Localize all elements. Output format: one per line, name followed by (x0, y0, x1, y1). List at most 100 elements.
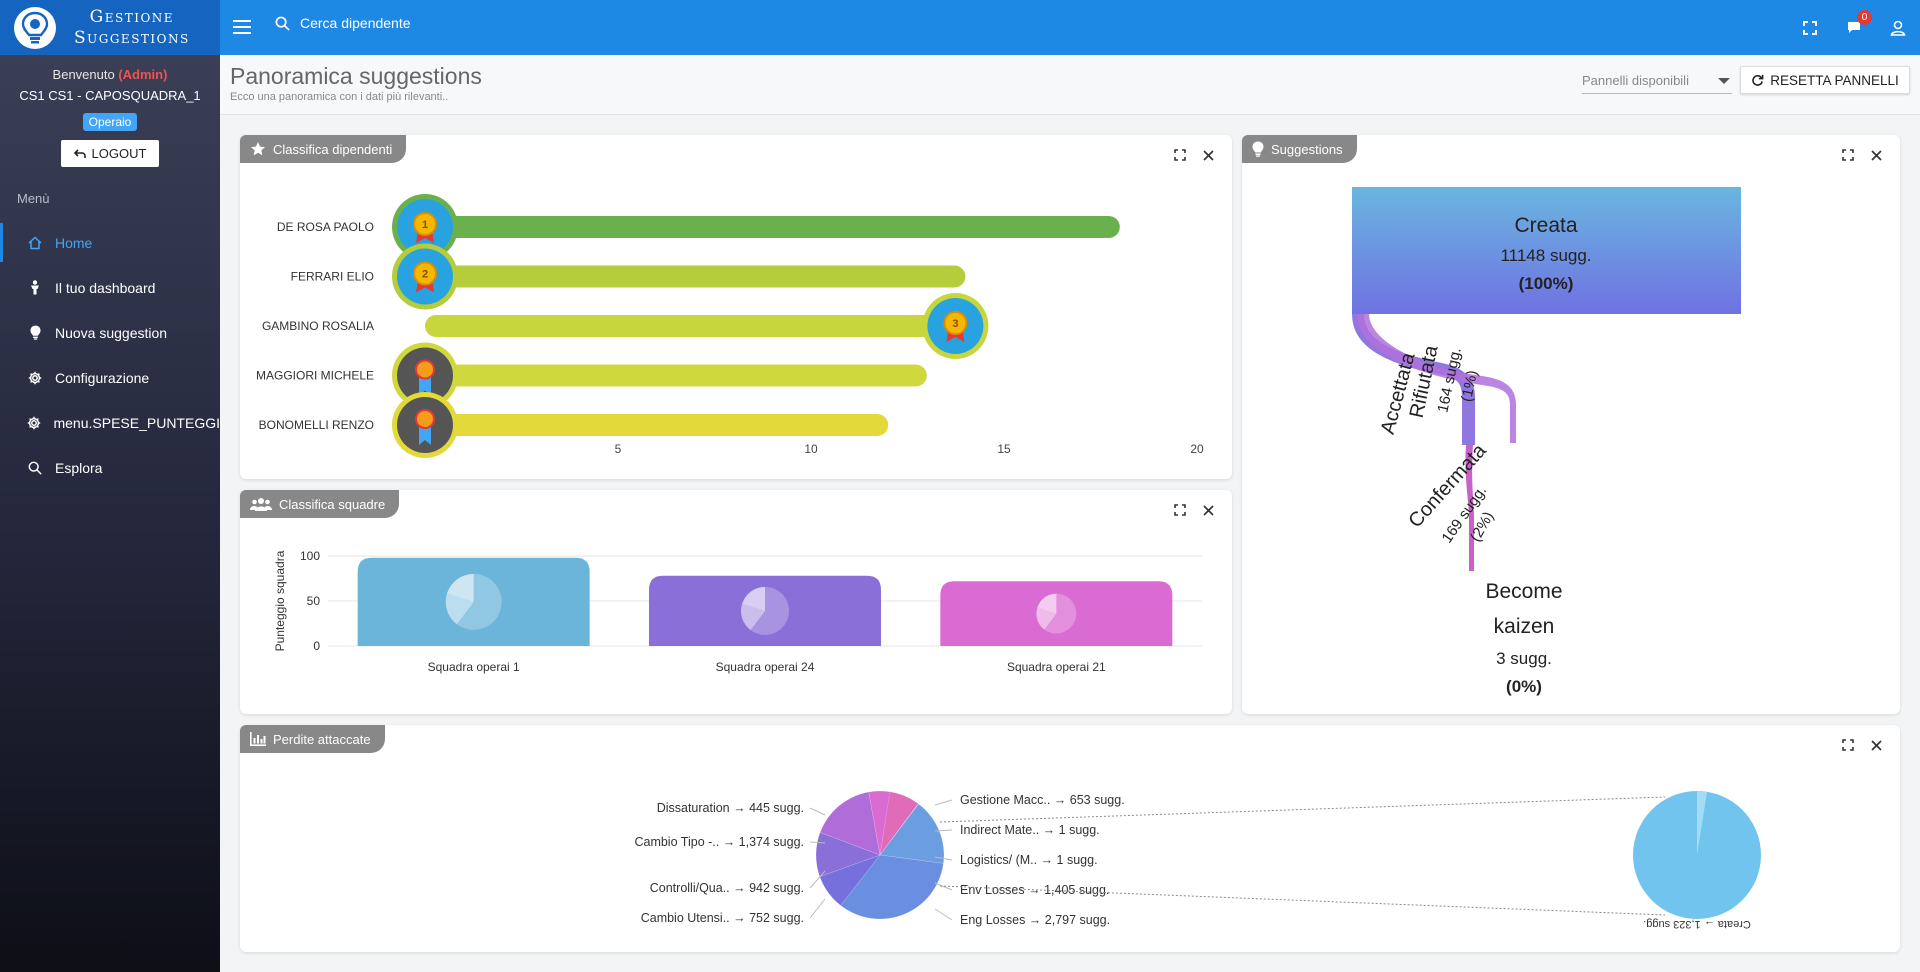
sidebar-item-nuova-suggestion[interactable]: Nuova suggestion (0, 310, 220, 355)
pie-slice-label: Eng Losses → 2,797 sugg. (960, 913, 1110, 927)
label-leader-line (934, 799, 953, 806)
x-tick-label: 10 (804, 442, 818, 456)
sidebar-menu: Home Il tuo dashboard Nuova suggestion Conf… (0, 220, 220, 490)
y-axis-label: Punteggio squadra (273, 550, 287, 651)
employee-search[interactable] (275, 15, 540, 31)
sidebar: Benvenuto (Admin) CS1 CS1 - CAPOSQUADRA_… (0, 55, 220, 972)
employee-name-label: BONOMELLI RENZO (259, 418, 374, 432)
ribbon-icon (392, 392, 458, 458)
losses-pie-chart: Dissaturation → 445 sugg. Cambio Tipo -..… (634, 790, 1761, 930)
medal-rank: 1 (422, 219, 428, 231)
x-tick-label: 5 (615, 442, 622, 456)
pie-slice-label: Indirect Mate.. → 1 sugg. (960, 823, 1100, 837)
sidebar-item-configurazione[interactable]: Configurazione (0, 355, 220, 400)
drilldown-connector (939, 885, 1666, 916)
employee-name-label: MAGGIORI MICHELE (256, 369, 374, 383)
pie-slice-label: Gestione Macc.. → 653 sugg. (960, 793, 1125, 807)
sidebar-item-home[interactable]: Home (0, 220, 220, 265)
teams-bar-chart: 0 50 100 Punteggio squadra Squadra operai 1 S… (273, 549, 1202, 674)
page-title: Panoramica suggestions (230, 63, 482, 89)
label-leader-line (934, 908, 953, 921)
team-mini-pie (741, 586, 789, 635)
user-name: CS1 CS1 - CAPOSQUADRA_1 (19, 88, 201, 103)
team-name-label: Squadra operai 21 (1007, 660, 1106, 674)
refresh-icon (1752, 74, 1764, 86)
sankey-node-count: 11148 sugg. (1500, 246, 1591, 265)
sidebar-item-label: Configurazione (55, 369, 150, 386)
top-bar: Gestione Suggestions 0 (0, 0, 1920, 55)
employee-name-label: FERRARI ELIO (291, 270, 374, 284)
search-input[interactable] (300, 15, 540, 31)
welcome-text: Benvenuto (Admin) (52, 67, 168, 82)
sidebar-item-il-tuo-dashboard[interactable]: Il tuo dashboard (0, 265, 220, 310)
pie-slice-label: Logistics/ (M.. → 1 sugg. (960, 853, 1098, 867)
employee-bar (425, 364, 927, 387)
suggestions-sankey-chart: Creata11148 sugg.(100%)AccettataRifiutat… (1352, 187, 1741, 696)
card-classifica-dipendenti: Classifica dipendenti 05101520DE ROSA PA… (240, 135, 1232, 479)
fullscreen-icon[interactable] (1788, 0, 1832, 55)
pie-slice-label: Cambio Utensi.. → 752 sugg. (641, 911, 804, 925)
medal-icon: 2 (392, 243, 458, 310)
user-icon[interactable] (1876, 0, 1920, 55)
x-tick-label: 20 (1190, 442, 1204, 456)
employee-bar (425, 414, 889, 436)
panels-select[interactable]: Pannelli disponibili (1582, 66, 1732, 94)
medal-icon: 3 (922, 293, 989, 359)
y-tick-label: 50 (307, 594, 321, 608)
reset-panels-button[interactable]: RESETTA PANNELLI (1740, 66, 1910, 94)
page-header: Panoramica suggestions Ecco una panorami… (220, 55, 1920, 115)
logout-button[interactable]: LOGOUT (61, 140, 159, 167)
sidebar-item-menu-spese-punteggi[interactable]: menu.SPESE_PUNTEGGI (0, 400, 220, 445)
chevron-down-icon (1718, 78, 1730, 84)
team-name-label: Squadra operai 1 (428, 660, 520, 674)
sankey-node-pct: (100%) (1519, 274, 1574, 293)
medal-rank: 2 (422, 269, 428, 281)
search-icon (275, 16, 290, 31)
page-subtitle: Ecco una panoramica con i dati più rilev… (230, 91, 449, 103)
card-classifica-squadre: Classifica squadre 0 50 100 Punteggio squad… (240, 490, 1232, 714)
lightbulb-logo-icon (14, 6, 56, 49)
pie-slice-label: Controlli/Qua.. → 942 sugg. (650, 881, 804, 895)
sidebar-item-label: Il tuo dashboard (55, 279, 156, 296)
notification-badge: 0 (1857, 10, 1872, 25)
x-tick-label: 15 (997, 442, 1011, 456)
brand[interactable]: Gestione Suggestions (0, 0, 220, 55)
pie-slice-label: Cambio Tipo -.. → 1,374 sugg. (634, 835, 804, 849)
menu-title: Menù (17, 191, 50, 206)
secondary-pie-label: Creata → 1,323 sugg. (1643, 918, 1751, 930)
sankey-node-label: Creata (1514, 214, 1577, 237)
lightbulb-icon (27, 325, 43, 340)
y-tick-label: 100 (300, 549, 320, 563)
brand-name: Gestione Suggestions (74, 6, 190, 48)
chat-icon[interactable]: 0 (1832, 0, 1876, 55)
sankey-node-label: kaizen (1494, 615, 1555, 638)
card-perdite-attaccate: Perdite attaccate Dissaturation → 445 su… (240, 725, 1900, 952)
employee-name-label: GAMBINO ROSALIA (262, 319, 374, 333)
y-tick-label: 0 (313, 639, 320, 653)
admin-label: (Admin) (118, 67, 168, 82)
sidebar-item-label: menu.SPESE_PUNTEGGI (53, 414, 220, 431)
label-leader-line (809, 807, 826, 816)
employee-bar (425, 315, 966, 337)
team-mini-pie (1036, 593, 1077, 634)
role-badge: Operaio (82, 113, 138, 131)
menu-toggle-icon[interactable] (233, 16, 251, 38)
sankey-node-label: Become (1485, 580, 1562, 603)
sidebar-item-label: Esplora (55, 459, 103, 476)
sankey-node-pct: (0%) (1506, 677, 1542, 696)
label-leader-line (809, 898, 826, 919)
employee-name-label: DE ROSA PAOLO (277, 220, 374, 234)
home-icon (27, 235, 43, 250)
employee-bar (425, 265, 966, 288)
employee-bar (425, 216, 1120, 238)
card-suggestions: Suggestions Creata 11148 sugg. (100%) Accet… (1242, 135, 1900, 714)
pie-slice-label: Dissaturation → 445 sugg. (657, 801, 804, 815)
pie-slice-label: Env Losses → 1,405 sugg. (960, 883, 1109, 897)
employees-bar-chart: 05101520DE ROSA PAOLO1FERRARI ELIO2GAMBI… (256, 194, 1204, 458)
gear-icon (27, 416, 41, 430)
person-icon (27, 280, 43, 295)
sankey-node-count: 3 sugg. (1496, 649, 1552, 668)
medal-rank: 3 (952, 318, 958, 330)
sidebar-item-esplora[interactable]: Esplora (0, 445, 220, 490)
sidebar-item-label: Nuova suggestion (55, 324, 168, 341)
